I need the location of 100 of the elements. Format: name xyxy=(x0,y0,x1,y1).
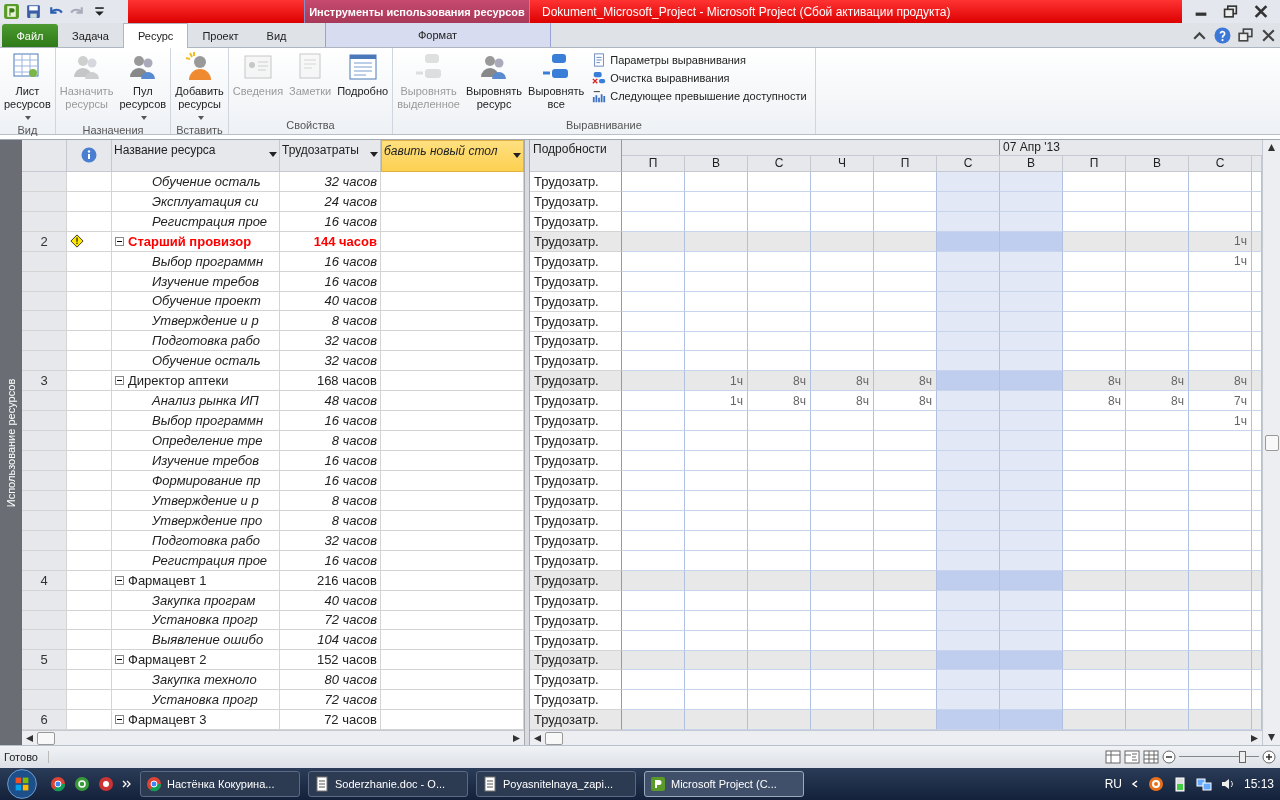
save-icon[interactable] xyxy=(25,3,42,20)
work-cell: 80 часов xyxy=(280,670,381,691)
timescale-cell xyxy=(1252,530,1262,551)
taskbar-button[interactable]: Soderzhanie.doc - O... xyxy=(308,771,468,797)
taskbar-button[interactable]: Poyasnitelnaya_zapi... xyxy=(476,771,636,797)
collapse-toggle-icon[interactable] xyxy=(115,575,124,585)
browser-icon[interactable] xyxy=(50,776,66,792)
taskbar-button[interactable]: Настёнка Кокурина... xyxy=(140,771,300,797)
scroll-down-icon[interactable] xyxy=(1268,734,1275,741)
column-header[interactable]: бавить новый стол xyxy=(381,140,524,172)
timescale-cell: 7ч xyxy=(1189,391,1252,412)
more-icon[interactable] xyxy=(122,779,132,789)
ribbon-button[interactable]: Добавить ресурсы xyxy=(173,51,226,124)
detail-label: Трудозатр. xyxy=(530,291,622,312)
row-number-cell xyxy=(22,630,67,651)
scroll-up-icon[interactable] xyxy=(1268,144,1275,151)
timescale-cell xyxy=(1252,590,1262,611)
resource-name: Подготовка рабо xyxy=(152,333,260,349)
scrollbar-thumb[interactable] xyxy=(545,731,563,745)
vertical-scrollbar[interactable] xyxy=(1262,140,1280,745)
timescale-cell xyxy=(1252,231,1262,252)
collapse-toggle-icon[interactable] xyxy=(115,376,124,386)
network-icon[interactable] xyxy=(1195,776,1212,792)
column-header[interactable]: Название ресурса xyxy=(112,140,280,172)
detail-label: Трудозатр. xyxy=(530,251,622,272)
ring-icon[interactable] xyxy=(74,776,90,792)
help-icon[interactable] xyxy=(1214,27,1231,44)
task-view-icon[interactable] xyxy=(1124,750,1140,764)
collapse-toggle-icon[interactable] xyxy=(115,655,124,665)
resource-name: Регистрация прое xyxy=(152,213,268,229)
ribbon-group-label: Назначения xyxy=(81,124,145,136)
work-cell: 72 часов xyxy=(280,690,381,711)
ribbon-button[interactable]: Очистка выравнивания xyxy=(592,71,807,85)
row-number-cell xyxy=(22,291,67,312)
collapse-toggle-icon[interactable] xyxy=(115,715,124,725)
ribbon-tab[interactable]: Задача xyxy=(58,24,123,47)
scrollbar-thumb[interactable] xyxy=(37,731,55,745)
grid-view-icon[interactable] xyxy=(1143,750,1159,764)
work-cell: 32 часов xyxy=(280,530,381,551)
row-number-cell xyxy=(22,670,67,691)
ribbon-button[interactable]: Пул ресурсов xyxy=(117,51,169,124)
column-header[interactable]: Трудозатраты xyxy=(280,140,381,172)
ribbon-button[interactable]: Выровнять все xyxy=(526,51,587,119)
timescale-day: С xyxy=(748,156,811,171)
timescale-cell: 8ч xyxy=(1189,371,1252,392)
resource-name: Установка прогр xyxy=(152,692,258,708)
timescale-cell xyxy=(1252,550,1262,571)
scroll-left-icon[interactable] xyxy=(534,734,541,742)
timescale-cell: 8ч xyxy=(811,391,874,412)
speaker-icon[interactable] xyxy=(1219,776,1236,792)
close-icon[interactable] xyxy=(1260,27,1277,44)
scroll-left-icon[interactable] xyxy=(26,734,33,742)
caret-icon[interactable] xyxy=(370,152,378,157)
ribbon-button[interactable]: Лист ресурсов xyxy=(2,51,53,124)
ribbon-button[interactable]: Следующее превышение доступности xyxy=(592,89,807,103)
resource-name: Выбор программн xyxy=(152,413,264,429)
clock[interactable]: 15:13 xyxy=(1243,777,1274,791)
timescale-cell xyxy=(1252,431,1262,452)
scroll-right-icon[interactable] xyxy=(513,734,520,742)
horizontal-scrollbar[interactable] xyxy=(22,730,524,746)
scrollbar-thumb[interactable] xyxy=(1264,434,1279,451)
timescale-cell: 8ч xyxy=(874,391,937,412)
timescale-day: П xyxy=(622,156,685,171)
ribbon-button[interactable]: Параметры выравнивания xyxy=(592,53,807,67)
scroll-right-icon[interactable] xyxy=(1251,734,1258,742)
timescale-cell xyxy=(1252,570,1262,591)
ribbon-tab[interactable]: Вид xyxy=(252,24,301,47)
ribbon-button[interactable]: Выровнять ресурс xyxy=(463,51,525,119)
ribbon-tab[interactable]: Проект xyxy=(188,24,253,47)
slider-thumb[interactable] xyxy=(1239,751,1246,763)
caret-icon[interactable] xyxy=(513,153,521,158)
timescale-day: С xyxy=(1189,156,1252,171)
tray-app-icon[interactable] xyxy=(1147,776,1164,792)
collapse-toggle-icon[interactable] xyxy=(115,236,124,246)
app-icon[interactable] xyxy=(98,776,114,792)
usage-view-icon[interactable] xyxy=(1105,750,1121,764)
info-icon xyxy=(81,147,97,164)
column-header[interactable] xyxy=(67,140,112,172)
timescale-cell: 8ч xyxy=(1126,371,1189,392)
work-cell: 16 часов xyxy=(280,251,381,272)
ribbon-tab[interactable]: Файл xyxy=(2,24,58,47)
ribbon-tab[interactable]: Ресурс xyxy=(122,23,189,48)
detail-label: Трудозатр. xyxy=(530,570,622,591)
horizontal-scrollbar[interactable] xyxy=(530,730,1262,746)
taskbar-button[interactable]: Microsoft Project (C... xyxy=(644,771,804,797)
ribbon-button[interactable]: Подробно xyxy=(335,51,391,119)
zoom-out-icon[interactable] xyxy=(1162,750,1176,764)
timescale-week-label: 07 Апр '13 xyxy=(1002,140,1060,155)
row-number-cell xyxy=(22,211,67,232)
show-hidden-icon[interactable] xyxy=(1129,779,1140,789)
restore-icon[interactable] xyxy=(1237,27,1254,44)
row-number-cell xyxy=(22,590,67,611)
caret-icon[interactable] xyxy=(269,152,277,157)
detail-label: Трудозатр. xyxy=(530,670,622,691)
zoom-in-icon[interactable] xyxy=(1262,750,1276,764)
timescale-cell xyxy=(1252,451,1262,472)
work-cell: 40 часов xyxy=(280,590,381,611)
language-indicator[interactable]: RU xyxy=(1104,777,1122,791)
work-cell: 72 часов xyxy=(280,610,381,631)
row-number-cell xyxy=(22,550,67,571)
